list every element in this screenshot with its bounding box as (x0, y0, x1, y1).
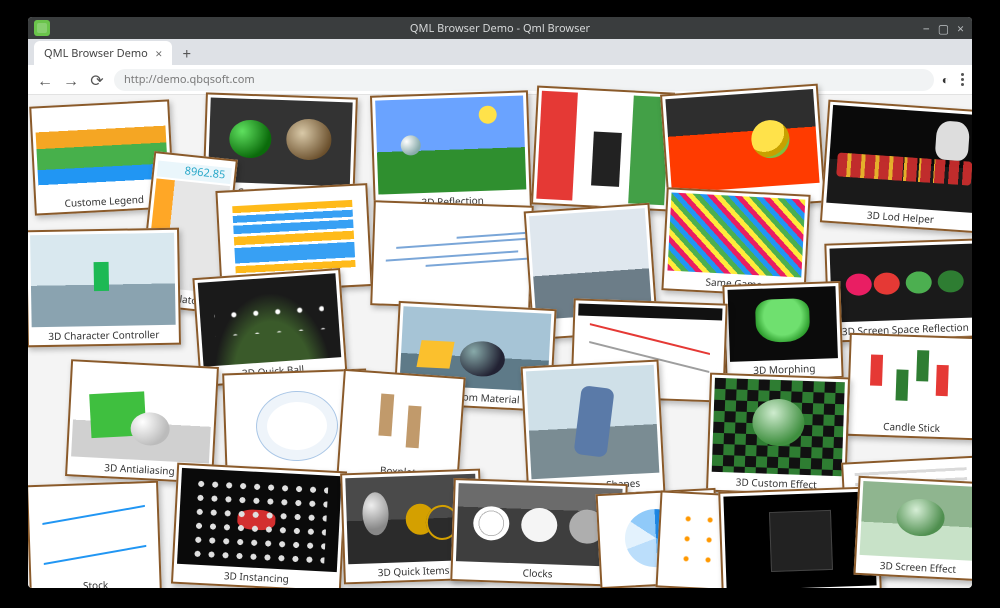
caption: 3D Character Controller (32, 325, 176, 345)
thumb-reflection-icon (375, 95, 526, 194)
card-same-game[interactable]: Same Game (661, 187, 810, 297)
card-ssr[interactable]: 3D Screen Space Reflection (824, 238, 972, 342)
card-room[interactable] (531, 85, 675, 211)
window-maximize-icon[interactable]: ▢ (938, 20, 949, 37)
thumb-area-chart-icon (34, 105, 168, 196)
thumb-grid-icon (667, 193, 805, 278)
window-title: QML Browser Demo - Qml Browser (28, 21, 972, 36)
thumb-custom-shapes-icon (526, 365, 659, 480)
thumb-cornell-box-icon (536, 91, 669, 206)
page-info-icon[interactable]: ◐ (942, 71, 949, 88)
tab-close-icon[interactable]: × (152, 46, 166, 60)
browser-tab[interactable]: QML Browser Demo × (34, 41, 172, 65)
card-custom-effect[interactable]: 3D Custom Effect (706, 373, 850, 497)
thumb-stock-icon (31, 486, 156, 578)
card-screen-effect[interactable]: 3D Screen Effect (853, 476, 972, 582)
thumb-ssr-icon (829, 243, 972, 322)
thumb-antialias-icon (71, 364, 214, 463)
window-close-icon[interactable]: × (957, 20, 964, 37)
kebab-menu-icon[interactable] (961, 73, 964, 86)
thumb-lod-icon (826, 105, 972, 213)
forward-button[interactable]: → (62, 71, 80, 89)
tab-label: QML Browser Demo (44, 46, 148, 61)
card-stock[interactable]: Stock (28, 481, 162, 588)
card-line-chart[interactable] (370, 200, 534, 311)
card-instancing[interactable]: 3D Instancing (171, 463, 347, 588)
title-bar[interactable]: QML Browser Demo - Qml Browser − ▢ × (28, 17, 972, 39)
back-button[interactable]: ← (36, 71, 54, 89)
app-window: QML Browser Demo - Qml Browser − ▢ × QML… (28, 17, 972, 588)
thumb-line-chart-icon (375, 205, 528, 304)
card-candle[interactable]: Candle Stick (846, 333, 972, 440)
tab-strip: QML Browser Demo × + (28, 39, 972, 65)
thumb-morphing-icon (728, 286, 838, 362)
card-morphing[interactable]: 3D Morphing (722, 281, 843, 382)
card-character-controller[interactable]: 3D Character Controller (28, 228, 181, 348)
thumb-candle-icon (852, 338, 972, 420)
card-custom-shapes[interactable]: 3D Custom Shapes (521, 359, 666, 499)
thumb-instancing-icon (177, 468, 342, 572)
reload-button[interactable]: ⟳ (88, 71, 106, 89)
app-icon (34, 20, 50, 36)
window-minimize-icon[interactable]: − (923, 20, 930, 37)
card-boxplot[interactable]: Boxplot (336, 369, 465, 486)
thumb-character-icon (30, 233, 176, 327)
thumb-quickball-icon (198, 273, 342, 366)
url-text: http://demo.qbqsoft.com (124, 72, 255, 87)
card-reflection[interactable]: 3D Reflection (370, 90, 532, 214)
thumb-screen-effect-icon (860, 481, 972, 561)
thumb-boxplot-icon (343, 374, 461, 466)
card-lod-helper[interactable]: 3D Lod Helper (820, 100, 972, 234)
demo-canvas[interactable]: Custome Legend Custom Materials 3D Refle… (28, 95, 972, 588)
thumb-custom-effect-icon (712, 378, 845, 476)
new-tab-button[interactable]: + (176, 43, 198, 65)
thumb-teapot-icon (665, 89, 819, 193)
